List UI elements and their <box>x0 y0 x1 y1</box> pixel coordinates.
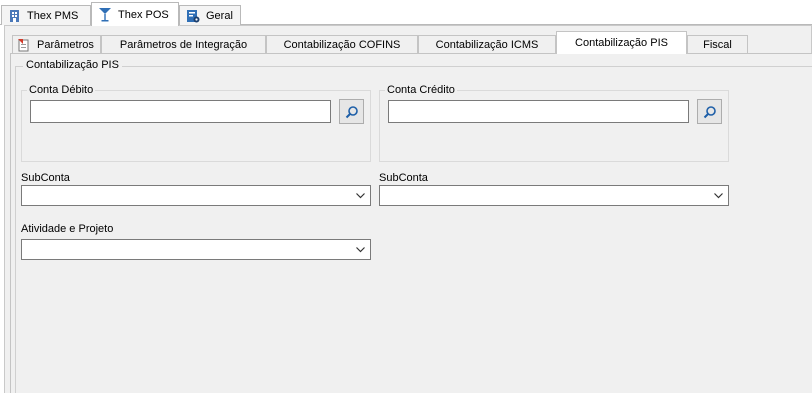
subconta-debito-label: SubConta <box>21 172 70 184</box>
subconta-debito-dropdown[interactable] <box>21 185 371 206</box>
conta-credito-input[interactable] <box>389 101 688 122</box>
tab-label: Parâmetros de Integração <box>119 38 248 51</box>
conta-debito-field[interactable] <box>30 100 331 123</box>
tab-label: Thex PMS <box>27 9 79 22</box>
conta-credito-search-button[interactable] <box>697 99 722 124</box>
search-icon <box>345 105 358 118</box>
tab-label: Parâmetros <box>37 38 94 51</box>
subconta-credito-label: SubConta <box>379 172 428 184</box>
settings-document-icon <box>187 9 200 22</box>
building-icon <box>10 9 19 22</box>
cocktail-glass-icon <box>99 8 111 22</box>
tab-label: Geral <box>206 9 233 22</box>
conta-debito-input[interactable] <box>31 101 330 122</box>
tab-parametros[interactable]: Parâmetros <box>12 35 101 53</box>
tab-contabilizacao-cofins[interactable]: Contabilização COFINS <box>266 35 418 53</box>
tab-parametros-integracao[interactable]: Parâmetros de Integração <box>101 35 266 53</box>
tab-thex-pos[interactable]: Thex POS <box>91 2 179 26</box>
tab-fiscal[interactable]: Fiscal <box>687 35 748 53</box>
tab-contabilizacao-pis[interactable]: Contabilização PIS <box>556 31 687 54</box>
tab-thex-pms[interactable]: Thex PMS <box>1 5 91 25</box>
chevron-down-icon <box>356 247 365 253</box>
atividade-projeto-label: Atividade e Projeto <box>21 223 114 235</box>
subconta-credito-dropdown[interactable] <box>379 185 729 206</box>
chevron-down-icon <box>714 193 723 199</box>
group-title: Contabilização PIS <box>23 59 122 71</box>
tab-label: Thex POS <box>118 8 169 21</box>
conta-debito-search-button[interactable] <box>339 99 364 124</box>
conta-credito-label: Conta Crédito <box>385 84 457 96</box>
tab-contabilizacao-icms[interactable]: Contabilização ICMS <box>418 35 556 53</box>
chevron-down-icon <box>356 193 365 199</box>
tab-label: Contabilização COFINS <box>283 38 401 51</box>
conta-debito-label: Conta Débito <box>27 84 96 96</box>
search-icon <box>703 105 716 118</box>
atividade-projeto-dropdown[interactable] <box>21 239 371 260</box>
conta-credito-field[interactable] <box>388 100 689 123</box>
tab-label: Contabilização PIS <box>575 37 668 49</box>
tab-geral[interactable]: Geral <box>179 5 241 25</box>
tab-label: Contabilização ICMS <box>435 38 539 51</box>
tab-label: Fiscal <box>703 38 732 51</box>
parameters-icon <box>18 38 29 51</box>
